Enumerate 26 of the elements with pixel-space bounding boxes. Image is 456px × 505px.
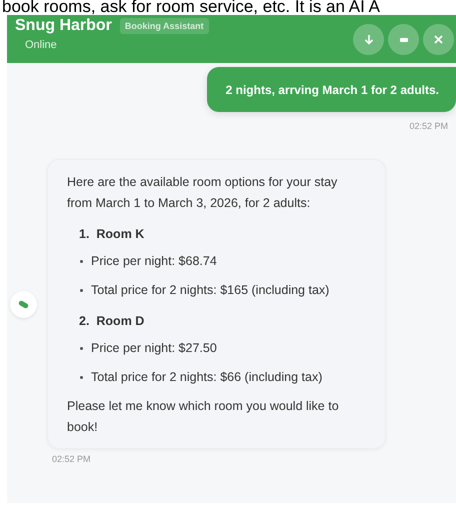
bullet-icon xyxy=(80,260,83,263)
close-button[interactable] xyxy=(423,24,454,55)
message-text: Please let me know which room you would like to book! xyxy=(67,398,340,436)
room-title: 1. Room K xyxy=(79,226,146,243)
message-text: Here are the available room options for your stay from March 1 to March 3, 2026, for 2 adults: xyxy=(67,174,338,212)
room-detail: Price per night: $68.74 xyxy=(91,253,217,270)
chat-title: Snug Harbor xyxy=(15,17,112,35)
message-time: 02:52 PM xyxy=(52,454,92,464)
message-time: 02:52 PM xyxy=(409,121,448,131)
user-message: 2 nights, arrving March 1 for 2 adults. xyxy=(206,67,456,112)
minimize-button[interactable] xyxy=(388,24,419,55)
download-button[interactable] xyxy=(353,24,384,55)
pill-icon xyxy=(18,300,29,308)
room-title: 2. Room D xyxy=(79,313,146,330)
bullet-icon xyxy=(80,376,83,379)
bullet-icon xyxy=(80,347,83,350)
room-detail: Total price for 2 nights: $66 (including tax) xyxy=(91,369,322,386)
assistant-badge: Booking Assistant xyxy=(120,18,209,34)
bullet-icon xyxy=(80,289,83,292)
room-detail: Price per night: $27.50 xyxy=(91,340,217,357)
download-icon xyxy=(364,34,374,45)
close-icon xyxy=(434,35,443,44)
minimize-icon xyxy=(400,38,408,42)
caption-text: book rooms, ask for room service, etc. It is an AI A xyxy=(1,0,381,15)
room-detail: Total price for 2 nights: $165 (including tax) xyxy=(91,282,330,299)
status-text: Online xyxy=(25,39,58,51)
